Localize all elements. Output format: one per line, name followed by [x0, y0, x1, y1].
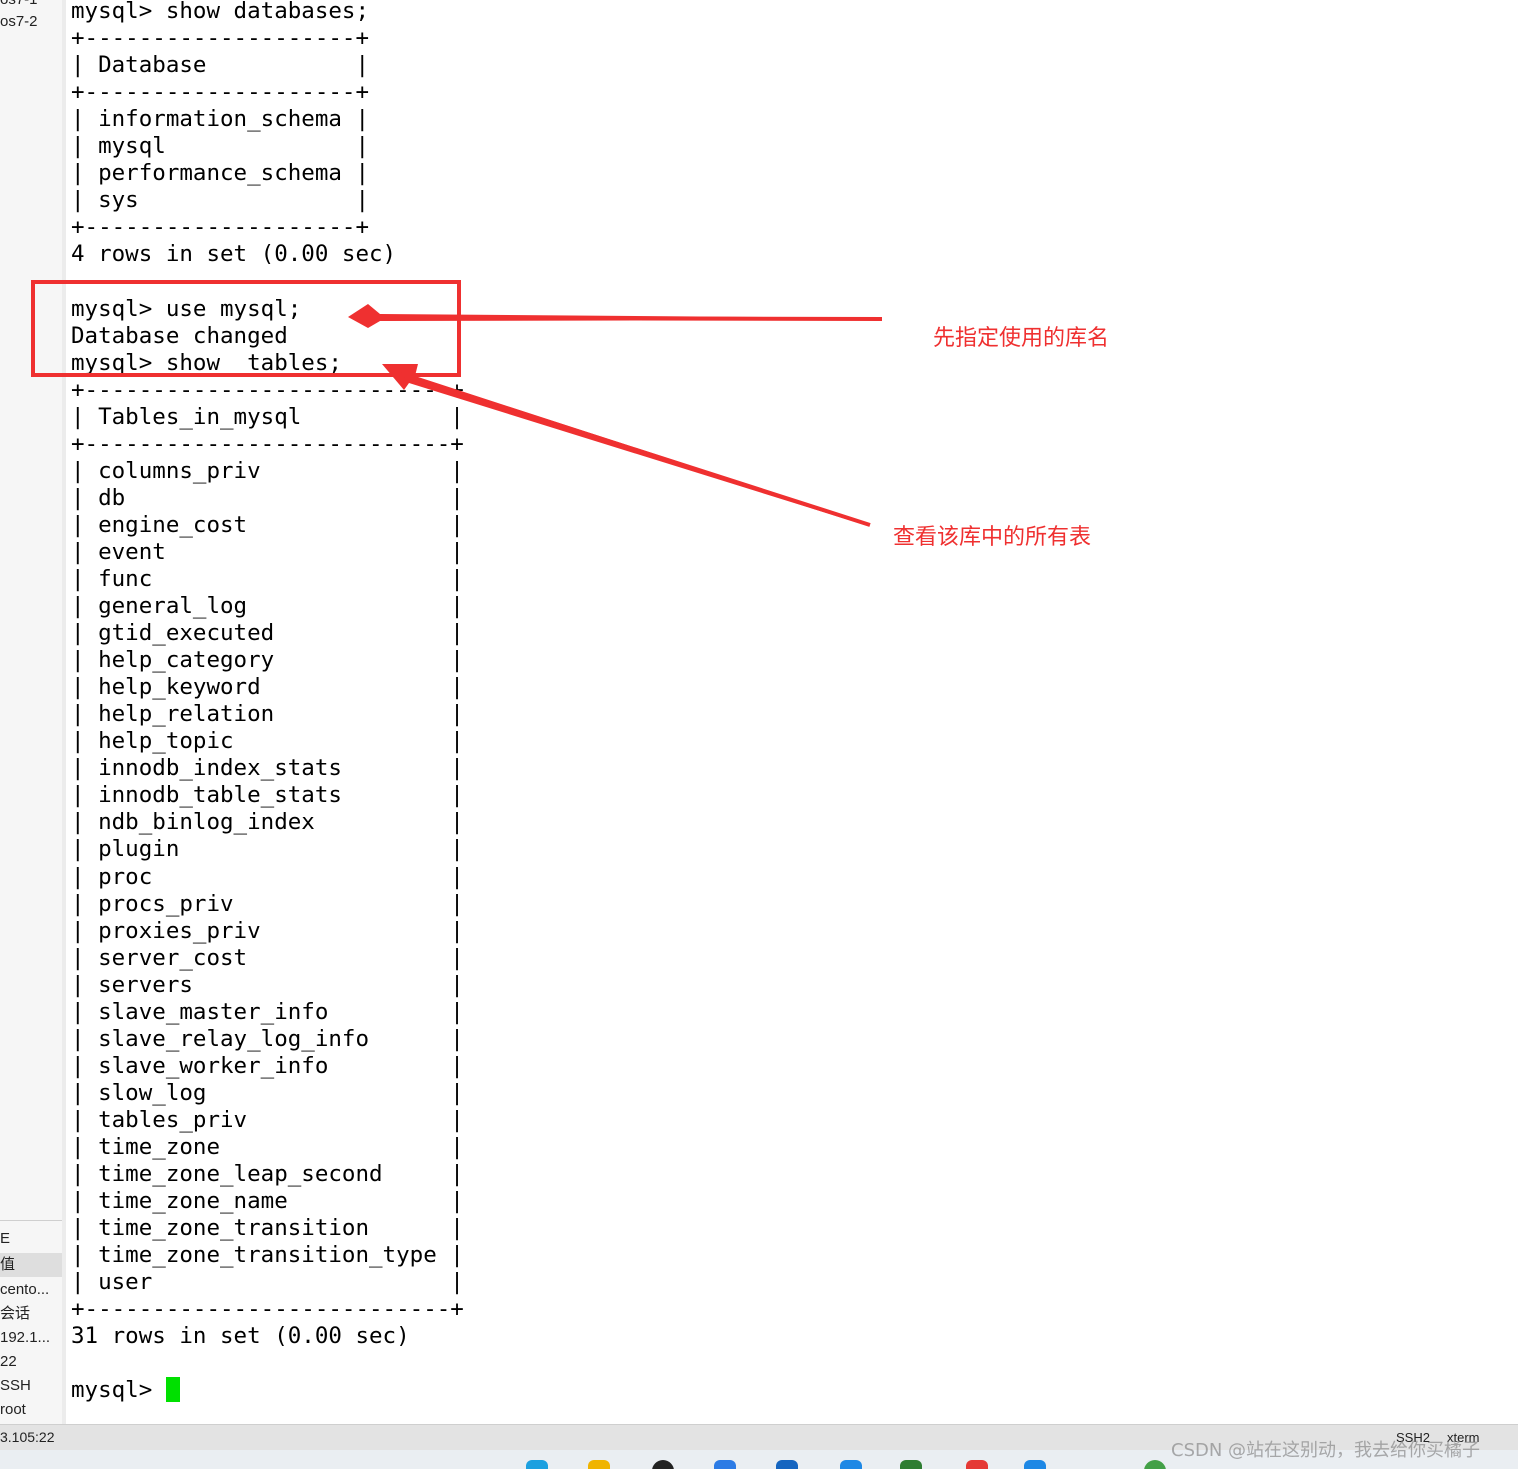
app-icon[interactable] [526, 1460, 548, 1469]
annotation-use-db: 先指定使用的库名 [933, 326, 1110, 351]
annotation-show-tables: 查看该库中的所有表 [893, 525, 1092, 550]
app-icon[interactable] [652, 1460, 674, 1469]
app-icon[interactable] [1024, 1460, 1046, 1469]
app-icon[interactable] [714, 1460, 736, 1469]
app-icon[interactable] [966, 1460, 988, 1469]
app-icon[interactable] [840, 1460, 862, 1469]
app-icon[interactable] [776, 1460, 798, 1469]
arrow-use-db [348, 304, 882, 328]
app-icon[interactable] [900, 1460, 922, 1469]
watermark: CSDN @站在这别动，我去给你买橘子 [1171, 1440, 1481, 1461]
status-host: 3.105:22 [0, 1429, 55, 1445]
folder-icon[interactable] [588, 1460, 610, 1469]
annotation-arrows [348, 304, 883, 527]
arrow-show-tables-shaft [399, 372, 871, 527]
arrow-use-db-shaft [369, 316, 883, 321]
wechat-icon[interactable] [1144, 1460, 1166, 1469]
